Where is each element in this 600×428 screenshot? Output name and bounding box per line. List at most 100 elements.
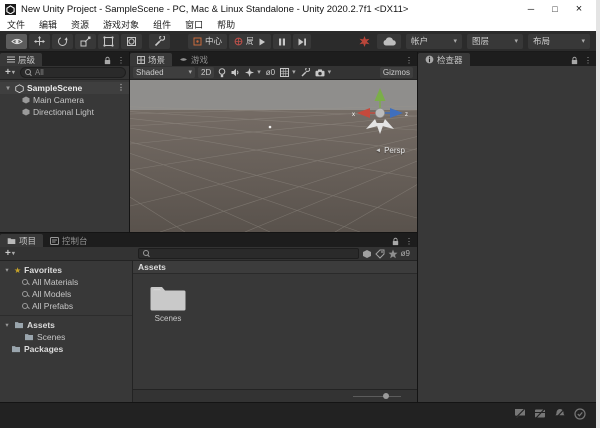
menu-gameobject[interactable]: 游戏对象	[103, 18, 139, 31]
tab-game[interactable]: 游戏	[172, 53, 215, 66]
tab-inspector[interactable]: 检查器	[418, 53, 470, 66]
layout-label: 布局	[533, 35, 550, 47]
disclosure-triangle-icon[interactable]: ▾	[4, 84, 12, 92]
maximize-button[interactable]: □	[543, 4, 567, 14]
rect-tool-button[interactable]	[98, 34, 119, 49]
chevron-down-icon: ▾	[453, 38, 457, 45]
scenes-folder-row[interactable]: Scenes	[0, 331, 132, 343]
layers-dropdown[interactable]: 图层 ▾	[467, 34, 523, 49]
save-search-star-icon[interactable]	[388, 249, 398, 259]
layout-dropdown[interactable]: 布局 ▾	[528, 34, 590, 49]
shading-mode-label: Shaded	[136, 68, 164, 77]
favorites-label: Favorites	[24, 265, 62, 275]
hierarchy-item-directional-light[interactable]: Directional Light	[0, 106, 129, 118]
favorite-all-materials[interactable]: All Materials	[0, 276, 132, 288]
kebab-menu-icon[interactable]: ⋮	[117, 84, 125, 92]
lighting-toggle-button[interactable]	[217, 67, 227, 78]
favorites-row[interactable]: ▾ ★ Favorites	[0, 264, 132, 276]
tab-scene[interactable]: 场景	[130, 53, 172, 66]
status-cache-icon[interactable]	[534, 408, 546, 419]
tab-hierarchy[interactable]: 层级	[0, 53, 42, 66]
transform-tool-button[interactable]	[121, 34, 142, 49]
tree-separator	[0, 315, 132, 316]
step-button[interactable]	[293, 34, 311, 49]
window-title: New Unity Project - SampleScene - PC, Ma…	[21, 4, 519, 15]
lock-icon[interactable]	[570, 56, 579, 65]
assets-row[interactable]: ▾ Assets	[0, 319, 132, 331]
search-by-label-icon[interactable]	[375, 249, 385, 259]
menu-file[interactable]: 文件	[7, 18, 25, 31]
rotate-tool-button[interactable]	[52, 34, 73, 49]
packages-row[interactable]: Packages	[0, 343, 132, 355]
asset-tile-scenes[interactable]: Scenes	[145, 284, 191, 323]
view-tool-button[interactable]	[6, 34, 27, 49]
asset-scale-slider[interactable]	[353, 392, 401, 400]
progress-circle-icon[interactable]	[574, 408, 586, 420]
disclosure-triangle-icon[interactable]: ▾	[3, 266, 11, 274]
play-button[interactable]	[253, 34, 271, 49]
menu-help[interactable]: 帮助	[217, 18, 235, 31]
plus-icon: +	[5, 248, 11, 259]
menu-window[interactable]: 窗口	[185, 18, 203, 31]
scene-viewport[interactable]: x z	[130, 80, 417, 232]
effects-star-icon	[245, 68, 254, 77]
search-by-type-icon[interactable]	[362, 249, 372, 259]
disclosure-triangle-icon[interactable]: ▾	[3, 321, 11, 329]
assets-grid[interactable]: Scenes	[133, 274, 417, 389]
hierarchy-search-input[interactable]: All	[20, 67, 126, 78]
perspective-label[interactable]: ◄ Persp	[375, 146, 405, 155]
tool-handle-position-button[interactable]: 中心	[188, 34, 227, 49]
hierarchy-panel: 层级 ⋮ + ▾ All	[0, 52, 130, 232]
status-activity-icon[interactable]	[554, 408, 566, 419]
custom-tool-button[interactable]	[149, 34, 170, 49]
2d-toggle-button[interactable]: 2D	[198, 67, 214, 78]
gizmos-label: Gizmos	[383, 68, 410, 77]
camera-icon	[315, 69, 325, 77]
status-message-icon[interactable]	[514, 408, 526, 419]
project-tab-bar: 项目 控制台 ⋮	[0, 233, 417, 247]
kebab-menu-icon[interactable]: ⋮	[405, 57, 413, 65]
game-tab-label: 游戏	[191, 54, 208, 66]
minimize-button[interactable]: ─	[519, 4, 543, 14]
lock-icon[interactable]	[103, 56, 112, 65]
tab-project[interactable]: 项目	[0, 234, 43, 247]
favorite-all-prefabs[interactable]: All Prefabs	[0, 300, 132, 312]
move-tool-button[interactable]	[29, 34, 50, 49]
shading-mode-dropdown[interactable]: Shaded ▾	[133, 67, 195, 78]
audio-toggle-button[interactable]	[230, 67, 241, 78]
menu-assets[interactable]: 资源	[71, 18, 89, 31]
project-hidden-count[interactable]: ø9	[401, 249, 410, 258]
kebab-menu-icon[interactable]: ⋮	[117, 57, 125, 65]
close-button[interactable]: ×	[567, 3, 591, 15]
cloud-button[interactable]	[377, 34, 401, 49]
kebab-menu-icon[interactable]: ⋮	[405, 238, 413, 246]
lock-icon[interactable]	[391, 237, 400, 246]
grid-dropdown[interactable]: ▾	[279, 67, 297, 78]
chevron-down-icon: ▾	[188, 69, 192, 76]
tab-console[interactable]: 控制台	[43, 234, 95, 247]
gizmos-dropdown[interactable]: Gizmos	[380, 67, 413, 78]
scale-tool-button[interactable]	[75, 34, 96, 49]
project-search-input[interactable]	[138, 248, 359, 259]
menu-edit[interactable]: 编辑	[39, 18, 57, 31]
camera-settings-dropdown[interactable]: ▾	[314, 67, 333, 78]
component-tools-button[interactable]	[300, 67, 311, 78]
hierarchy-scene-row[interactable]: ▾ SampleScene ⋮	[0, 82, 129, 94]
pivot-center-icon	[193, 37, 202, 46]
search-icon	[25, 69, 32, 76]
scene-visibility-button[interactable]: ø0	[265, 67, 276, 78]
folder-icon	[24, 333, 34, 341]
orientation-gizmo[interactable]: x z	[349, 84, 411, 142]
favorite-all-models[interactable]: All Models	[0, 288, 132, 300]
kebab-menu-icon[interactable]: ⋮	[584, 57, 592, 65]
menu-component[interactable]: 组件	[153, 18, 171, 31]
hierarchy-add-button[interactable]: + ▾	[3, 67, 17, 78]
slider-handle[interactable]	[383, 393, 389, 399]
hierarchy-item-main-camera[interactable]: Main Camera	[0, 94, 129, 106]
editor-content: 层级 ⋮ + ▾ All	[0, 52, 596, 402]
pause-button[interactable]	[273, 34, 291, 49]
collab-button[interactable]	[356, 34, 372, 49]
project-add-button[interactable]: + ▾	[3, 248, 17, 259]
account-dropdown[interactable]: 帐户 ▾	[406, 34, 462, 49]
effects-dropdown[interactable]: ▾	[244, 67, 262, 78]
